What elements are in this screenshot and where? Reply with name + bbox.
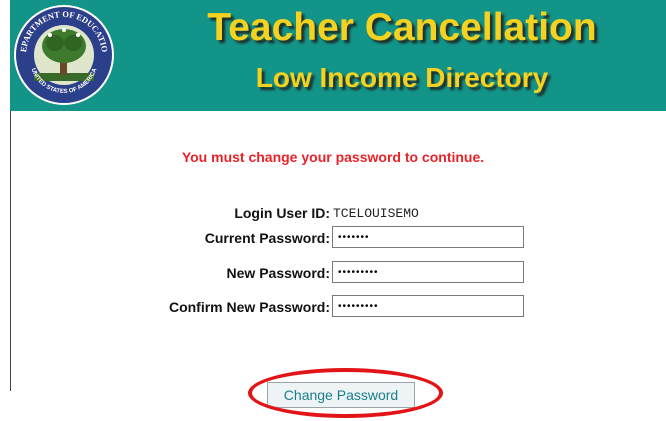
new-password-input[interactable]: ••••••••• [332, 261, 524, 283]
department-of-education-seal-icon: DEPARTMENT OF EDUCATION UNITED STATES OF… [12, 3, 114, 105]
confirm-password-row: Confirm New Password: ••••••••• [0, 295, 666, 319]
current-password-input[interactable]: ••••••• [332, 226, 524, 248]
site-header: DEPARTMENT OF EDUCATION UNITED STATES OF… [10, 0, 666, 111]
change-password-button[interactable]: Change Password [267, 382, 415, 408]
login-user-id-label: Login User ID: [234, 205, 330, 221]
confirm-password-input[interactable]: ••••••••• [332, 295, 524, 317]
login-user-id-row: Login User ID: TCELOUISEMO [0, 201, 666, 225]
confirm-password-label: Confirm New Password: [168, 299, 330, 315]
current-password-row: Current Password: ••••••• [0, 226, 666, 250]
password-change-alert: You must change your password to continu… [181, 149, 485, 165]
new-password-label: New Password: [226, 265, 330, 281]
page-subtitle: Low Income Directory [255, 62, 549, 93]
login-user-id-value: TCELOUISEMO [333, 206, 419, 221]
current-password-label: Current Password: [204, 230, 330, 246]
page-title: Teacher Cancellation [207, 6, 597, 49]
new-password-row: New Password: ••••••••• [0, 261, 666, 285]
